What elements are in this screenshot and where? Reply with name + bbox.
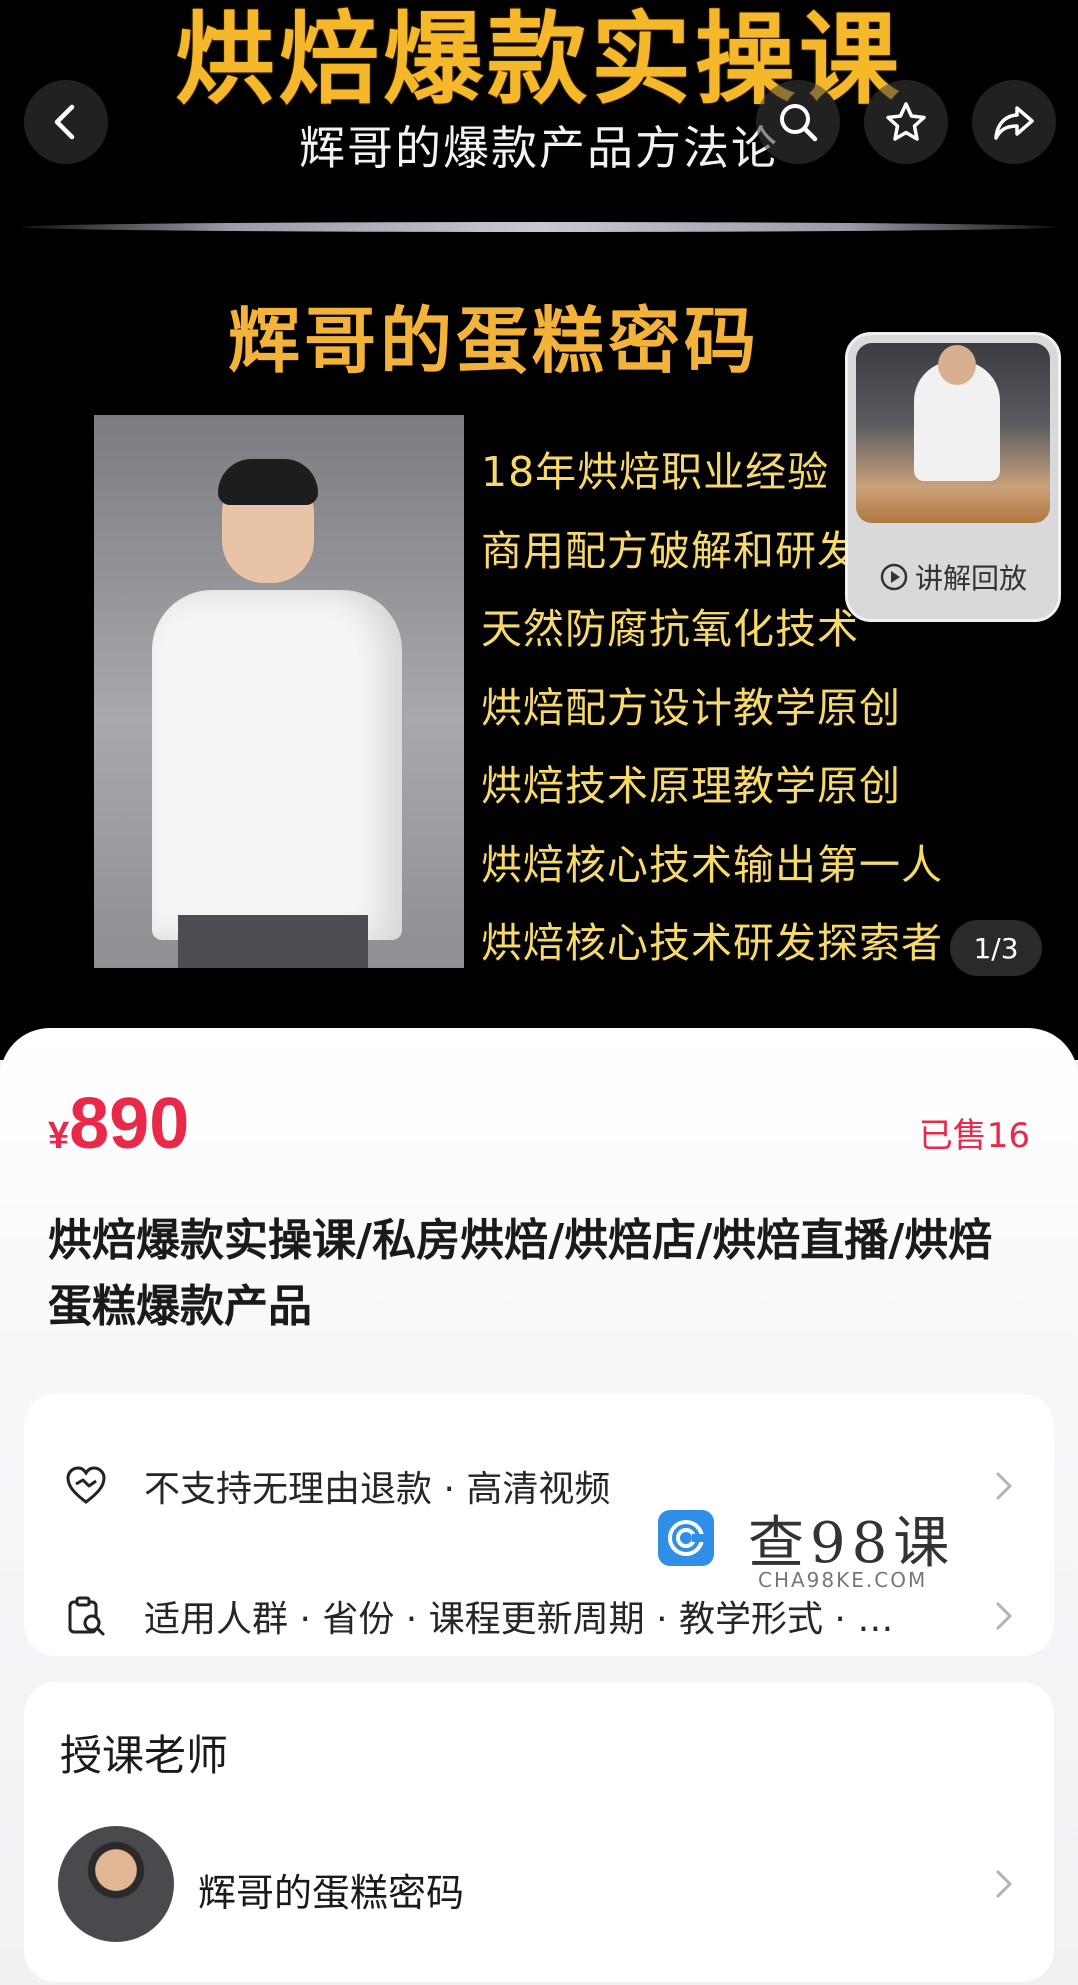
- currency-symbol: ¥: [48, 1115, 70, 1157]
- credential-item: 烘焙配方设计教学原创: [481, 683, 901, 732]
- heart-refund-icon: [66, 1466, 106, 1504]
- replay-label-text: 讲解回放: [914, 562, 1027, 595]
- chevron-left-icon: [54, 104, 75, 140]
- credential-item: 烘焙核心技术研发探索者: [481, 919, 943, 967]
- doc-search-icon: [68, 1596, 105, 1636]
- banner-heading: 辉哥的蛋糕密码: [228, 299, 761, 383]
- teacher-name: 辉哥的蛋糕密码: [198, 1871, 465, 1915]
- sold-count: 已售16: [918, 1116, 1030, 1156]
- chevron-right-icon: [996, 1602, 1012, 1630]
- star-icon: [886, 102, 926, 141]
- live-replay-thumbnail[interactable]: 讲解回放: [845, 332, 1061, 622]
- teacher-avatar: [58, 1826, 174, 1942]
- price-amount: 890: [69, 1084, 190, 1164]
- teacher-row[interactable]: 辉哥的蛋糕密码: [24, 1802, 1054, 1962]
- credential-item: 烘焙核心技术输出第一人: [481, 840, 943, 889]
- watermark-url: CHA98KE.COM: [758, 1568, 928, 1592]
- price: ¥890: [48, 1083, 189, 1165]
- product-image-carousel[interactable]: 烘焙爆款实操课 辉哥的爆款产品方法论 辉哥的蛋糕密码 18年烘焙职业经验 商用配…: [0, 0, 1078, 1060]
- watermark-logo-icon: [658, 1510, 714, 1566]
- watermark: 查98课 CHA98KE.COM: [658, 1502, 998, 1592]
- carousel-page-indicator: 1/3: [950, 920, 1042, 976]
- course-details-text: 适用人群 · 省份 · 课程更新周期 · 教学形式 · …: [144, 1599, 894, 1640]
- chevron-right-icon: [996, 1870, 1012, 1898]
- play-circle-icon: [880, 563, 908, 591]
- chevron-right-icon: [996, 1472, 1012, 1500]
- banner-divider: [22, 222, 1056, 232]
- teacher-card: 授课老师 辉哥的蛋糕密码: [24, 1682, 1054, 1982]
- replay-chef-face: [938, 345, 976, 385]
- search-button[interactable]: [756, 80, 840, 164]
- replay-label: 讲解回放: [848, 557, 1058, 597]
- credential-item: 烘焙技术原理教学原创: [481, 762, 901, 810]
- back-button[interactable]: [24, 80, 108, 164]
- search-icon: [780, 104, 818, 142]
- replay-video-frame: [856, 343, 1050, 523]
- chef-jacket: [152, 590, 402, 940]
- share-button[interactable]: [972, 80, 1056, 164]
- share-icon: [994, 106, 1034, 140]
- product-title: 烘焙爆款实操课/私房烘焙/烘焙店/烘焙直播/烘焙蛋糕爆款产品: [48, 1215, 993, 1332]
- chef-hair: [218, 459, 318, 505]
- chef-pants: [178, 915, 368, 968]
- watermark-text: 查98课: [748, 1511, 956, 1576]
- chef-portrait: [94, 415, 464, 968]
- teacher-section-title: 授课老师: [60, 1731, 229, 1780]
- favorite-button[interactable]: [864, 80, 948, 164]
